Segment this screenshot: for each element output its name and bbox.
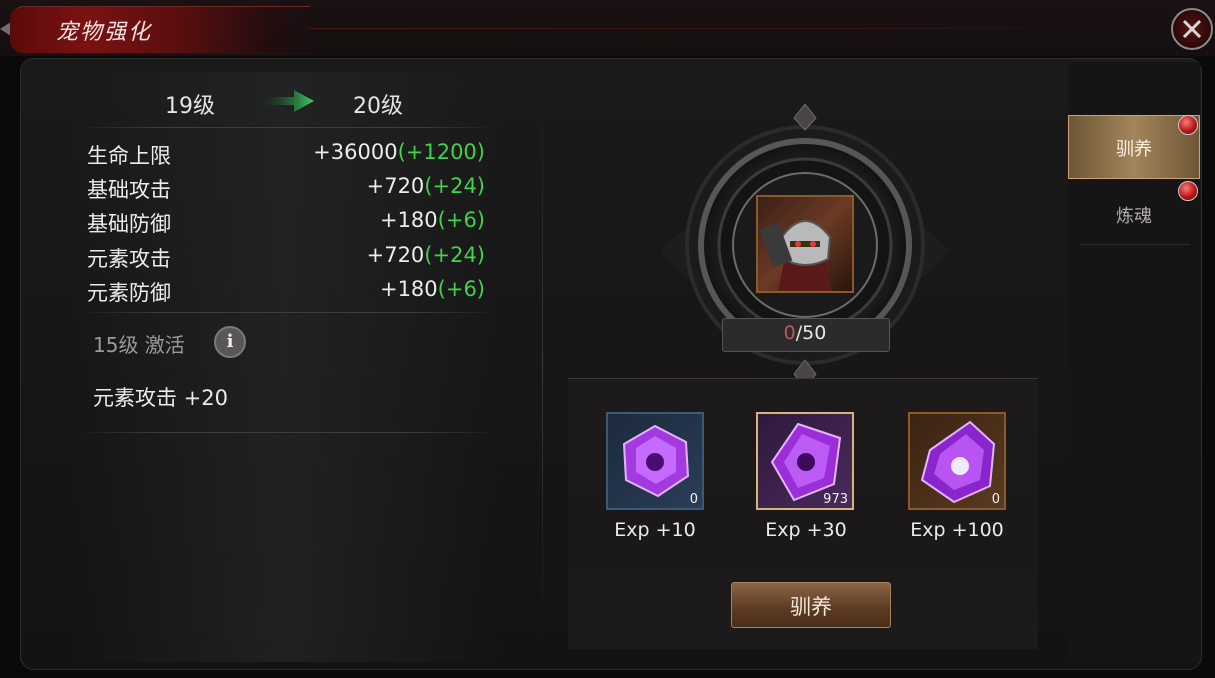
next-level: 20级 xyxy=(353,94,403,119)
stat-label-def: 基础防御 xyxy=(87,212,171,236)
train-button-label: 驯养 xyxy=(790,595,832,619)
info-icon[interactable]: i xyxy=(214,326,246,358)
exp-progress-text: 0/50 xyxy=(783,322,827,344)
page-title: 宠物强化 xyxy=(56,20,153,45)
exp-item-medium[interactable]: 973 xyxy=(756,412,854,510)
notification-dot xyxy=(1178,115,1198,135)
divider xyxy=(75,312,500,313)
arrow-right-icon xyxy=(258,90,314,112)
title-plate xyxy=(10,6,310,54)
close-button[interactable] xyxy=(1171,8,1213,50)
item-exp-label: Exp +10 xyxy=(614,519,696,541)
unlock-bonus: 元素攻击 +20 xyxy=(93,386,228,410)
title-divider xyxy=(310,28,1170,29)
tab-refine-soul[interactable]: 炼魂 xyxy=(1068,202,1200,228)
divider xyxy=(75,432,500,433)
item-count: 0 xyxy=(991,492,1000,507)
panel-divider xyxy=(542,90,543,640)
exp-item-small[interactable]: 0 xyxy=(606,412,704,510)
item-count: 973 xyxy=(823,492,848,507)
item-exp-label: Exp +30 xyxy=(765,519,847,541)
purple-gem-large-icon xyxy=(920,420,996,504)
unlock-level-label: 15级 激活 xyxy=(93,333,185,357)
stat-value-def: +180(+6) xyxy=(379,208,485,232)
stat-label-elem-def: 元素防御 xyxy=(87,281,171,305)
stat-label-elem-atk: 元素攻击 xyxy=(87,247,171,271)
stat-label-hp: 生命上限 xyxy=(87,144,171,168)
exp-item-large[interactable]: 0 xyxy=(908,412,1006,510)
tab-train-label: 驯养 xyxy=(1116,139,1152,160)
tab-divider xyxy=(1080,244,1190,245)
stat-value-hp: +36000(+1200) xyxy=(313,140,485,164)
notification-dot xyxy=(1178,181,1198,201)
divider xyxy=(75,127,500,128)
close-icon xyxy=(1182,19,1202,39)
item-count: 0 xyxy=(689,492,698,507)
stat-value-elem-atk: +720(+24) xyxy=(366,243,485,267)
stat-label-atk: 基础攻击 xyxy=(87,178,171,202)
purple-gem-small-icon xyxy=(622,424,690,498)
item-exp-label: Exp +100 xyxy=(910,519,1004,541)
stat-value-elem-def: +180(+6) xyxy=(379,277,485,301)
pet-robot-icon xyxy=(759,220,832,291)
stat-value-atk: +720(+24) xyxy=(366,174,485,198)
pet-portrait[interactable] xyxy=(756,195,854,293)
current-level: 19级 xyxy=(165,94,215,119)
